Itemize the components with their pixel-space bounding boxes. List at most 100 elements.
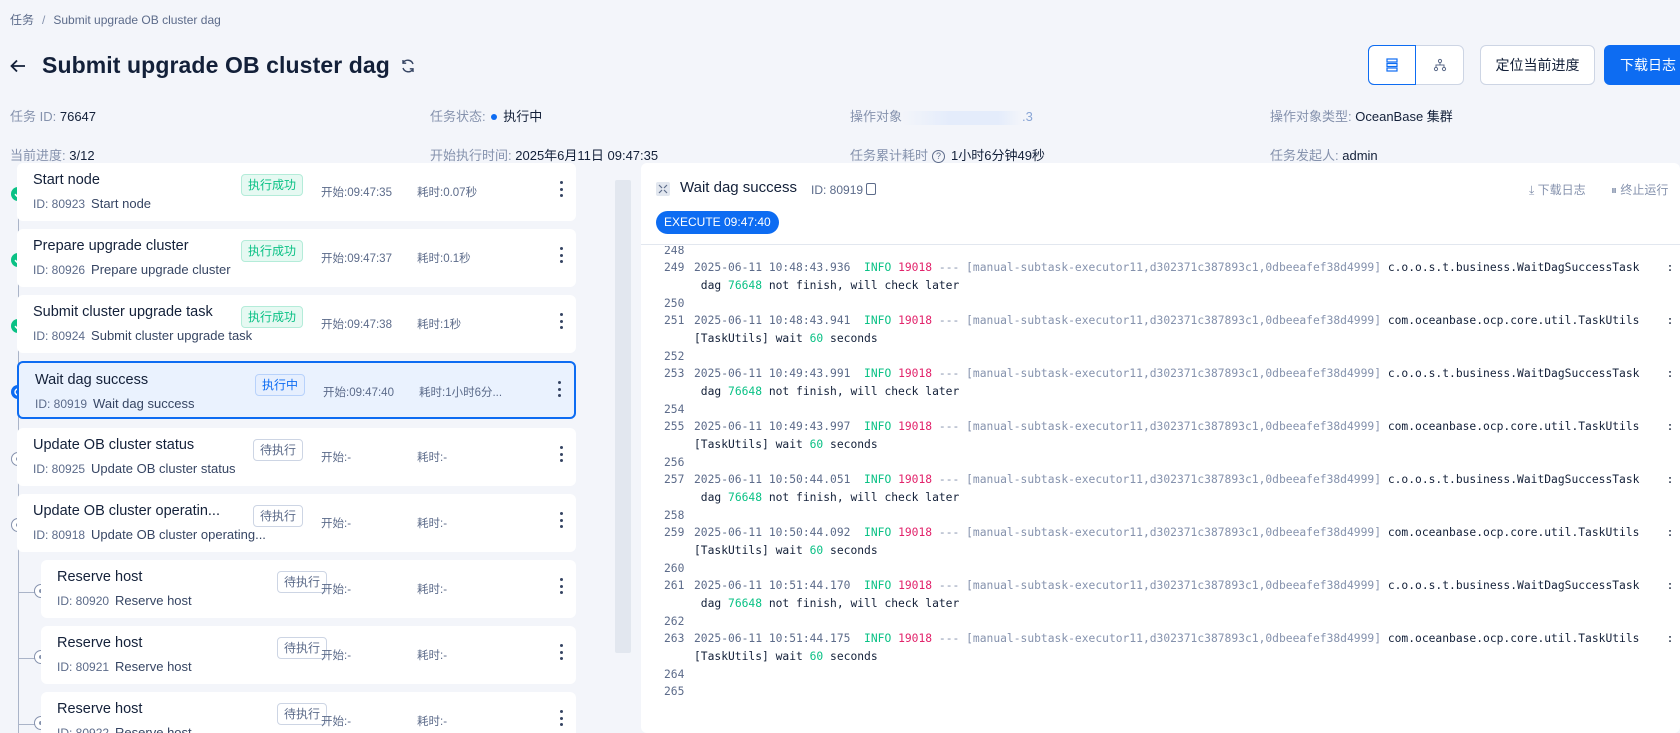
breadcrumb: 任务 / Submit upgrade OB cluster dag xyxy=(10,11,221,28)
pause-icon: ⏸ xyxy=(1611,183,1621,197)
log-line-number: 256 xyxy=(664,456,685,469)
task-card[interactable]: Wait dag success ID: 80919 Wait dag succes… xyxy=(17,361,576,419)
breadcrumb-root[interactable]: 任务 xyxy=(10,13,34,27)
log-message-a: [TaskUtils] wait xyxy=(694,332,810,345)
collapse-icon[interactable] xyxy=(656,182,670,196)
log-level: INFO xyxy=(864,473,892,486)
locate-progress-button[interactable]: 定位当前进度 xyxy=(1480,45,1595,85)
task-id-value: ID: 80919 xyxy=(35,397,88,411)
meta-task-id-label: 任务 ID: xyxy=(10,109,57,124)
log-message-a: [TaskUtils] wait xyxy=(694,650,810,663)
more-vertical-icon[interactable] xyxy=(560,446,564,462)
log-line-number: 255 xyxy=(664,420,685,433)
more-vertical-icon[interactable] xyxy=(560,181,564,197)
meta-object-type-value: OceanBase 集群 xyxy=(1355,109,1453,124)
meta-task-id-value: 76647 xyxy=(59,109,97,124)
log-thread: --- [manual-subtask-executor11,d302371c3… xyxy=(938,314,1381,327)
more-vertical-icon[interactable] xyxy=(560,247,564,263)
task-card[interactable]: Update OB cluster operatin... ID: 80918 Up… xyxy=(17,494,576,552)
meta-elapsed-value: 1小时6分钟49秒 xyxy=(951,148,1045,163)
meta-start-time-label: 开始执行时间: xyxy=(430,148,512,163)
meta-object-type: 操作对象类型: OceanBase 集群 xyxy=(1270,106,1453,125)
log-line-number: 250 xyxy=(664,297,685,310)
meta-progress: 当前进度: 3/12 xyxy=(10,145,95,164)
log-message-a: dag xyxy=(694,279,729,292)
more-vertical-icon[interactable] xyxy=(560,313,564,329)
task-duration: 耗时:0.1秒 xyxy=(417,253,471,265)
tree-view-icon[interactable] xyxy=(1416,46,1463,84)
task-status-badge: 待执行 xyxy=(277,637,328,659)
task-id-value: ID: 80924 xyxy=(33,329,86,343)
task-card[interactable]: Submit cluster upgrade task ID: 80924 Subm… xyxy=(17,295,576,353)
more-vertical-icon[interactable] xyxy=(560,644,564,660)
log-message-a: [TaskUtils] wait xyxy=(694,438,810,451)
task-id: ID: 80921 Reserve host xyxy=(57,659,192,674)
arrow-left-icon[interactable] xyxy=(10,57,28,75)
log-body[interactable]: 248 249 2025-06-11 10:48:43.936 INFO 19018… xyxy=(641,246,1680,733)
log-line-number: 254 xyxy=(664,403,685,416)
task-status-badge: 待执行 xyxy=(277,571,328,593)
task-start-time: 开始:- xyxy=(321,518,352,530)
log-class: com.oceanbase.ocp.core.util.TaskUtils xyxy=(1387,420,1640,433)
log-pid: 19018 xyxy=(898,261,933,274)
task-card[interactable]: Update OB cluster status ID: 80925 Update … xyxy=(17,428,576,486)
page-title: Submit upgrade OB cluster dag xyxy=(42,52,390,78)
log-class: c.o.o.s.t.business.WaitDagSuccessTask xyxy=(1387,261,1640,274)
log-timestamp: 2025-06-11 10:49:43.991 xyxy=(694,367,851,380)
list-view-icon[interactable] xyxy=(1368,45,1416,85)
task-card[interactable]: Start node ID: 80923 Start node 执行成功 开始:09:4… xyxy=(17,163,576,221)
meta-status-value: 执行中 xyxy=(503,109,543,124)
log-message-b: seconds xyxy=(823,544,878,557)
log-message-number: 60 xyxy=(809,650,824,663)
log-title: Wait dag success xyxy=(680,179,797,196)
log-message-a: dag xyxy=(694,597,729,610)
task-card[interactable]: Reserve host ID: 80921 Reserve host 待执行 开始:-… xyxy=(41,626,576,684)
task-start-time: 开始:- xyxy=(321,452,352,464)
log-header: Wait dag success ID: 80919 ⤓ 下载日志 ⏸ 终止运行… xyxy=(641,163,1680,245)
task-list-scrollbar[interactable] xyxy=(615,180,631,653)
meta-object-label: 操作对象 xyxy=(850,109,903,124)
task-name: Prepare upgrade cluster xyxy=(33,238,189,254)
task-status-badge: 执行中 xyxy=(255,374,306,396)
status-dot-icon xyxy=(491,113,498,120)
refresh-icon[interactable] xyxy=(400,58,416,74)
log-stop-action[interactable]: ⏸ 终止运行 xyxy=(1611,181,1668,198)
log-message-number: 60 xyxy=(809,332,824,345)
download-log-button[interactable]: 下载日志 xyxy=(1604,45,1680,85)
log-message: dag 76648 not finish, will check later xyxy=(694,597,959,610)
execute-chip[interactable]: EXECUTE 09:47:40 xyxy=(656,211,779,234)
meta-progress-label: 当前进度: xyxy=(10,148,66,163)
task-name: Reserve host xyxy=(57,701,143,717)
copy-icon[interactable] xyxy=(866,183,876,195)
task-duration: 耗时:- xyxy=(417,584,448,596)
more-vertical-icon[interactable] xyxy=(558,381,562,397)
log-level: INFO xyxy=(864,261,892,274)
task-sub-name: Update OB cluster status xyxy=(91,461,236,476)
help-icon[interactable]: ? xyxy=(932,150,946,164)
more-vertical-icon[interactable] xyxy=(560,578,564,594)
task-start-time: 开始:- xyxy=(321,650,352,662)
task-card[interactable]: Reserve host ID: 80920 Reserve host 待执行 开始:-… xyxy=(41,560,576,618)
log-task-id: ID: 80919 xyxy=(811,183,864,197)
task-start-time: 开始:- xyxy=(321,716,352,728)
log-pid: 19018 xyxy=(898,314,933,327)
log-message-number: 76648 xyxy=(728,491,763,504)
log-message: dag 76648 not finish, will check later xyxy=(694,385,959,398)
more-vertical-icon[interactable] xyxy=(560,512,564,528)
log-thread: --- [manual-subtask-executor11,d302371c3… xyxy=(938,579,1381,592)
task-card[interactable]: Reserve host ID: 80922 Reserve host 待执行 开始:-… xyxy=(41,692,576,733)
log-line-number: 257 xyxy=(664,473,685,486)
log-thread: --- [manual-subtask-executor11,d302371c3… xyxy=(938,367,1381,380)
more-vertical-icon[interactable] xyxy=(560,710,564,726)
task-card[interactable]: Prepare upgrade cluster ID: 80926 Prepare … xyxy=(17,229,576,287)
log-message-b: seconds xyxy=(823,650,878,663)
log-entry: 2025-06-11 10:49:43.997 INFO 19018 --- [… xyxy=(694,420,1674,433)
task-status-badge: 执行成功 xyxy=(241,174,304,196)
log-pid: 19018 xyxy=(898,526,933,539)
object-redacted xyxy=(902,110,1023,125)
log-download-action[interactable]: ⤓ 下载日志 xyxy=(1529,181,1586,198)
task-id-value: ID: 80921 xyxy=(57,660,110,674)
meta-progress-value: 3/12 xyxy=(69,148,95,163)
meta-object-tail[interactable]: .3 xyxy=(1022,109,1033,124)
log-line-number: 262 xyxy=(664,615,685,628)
